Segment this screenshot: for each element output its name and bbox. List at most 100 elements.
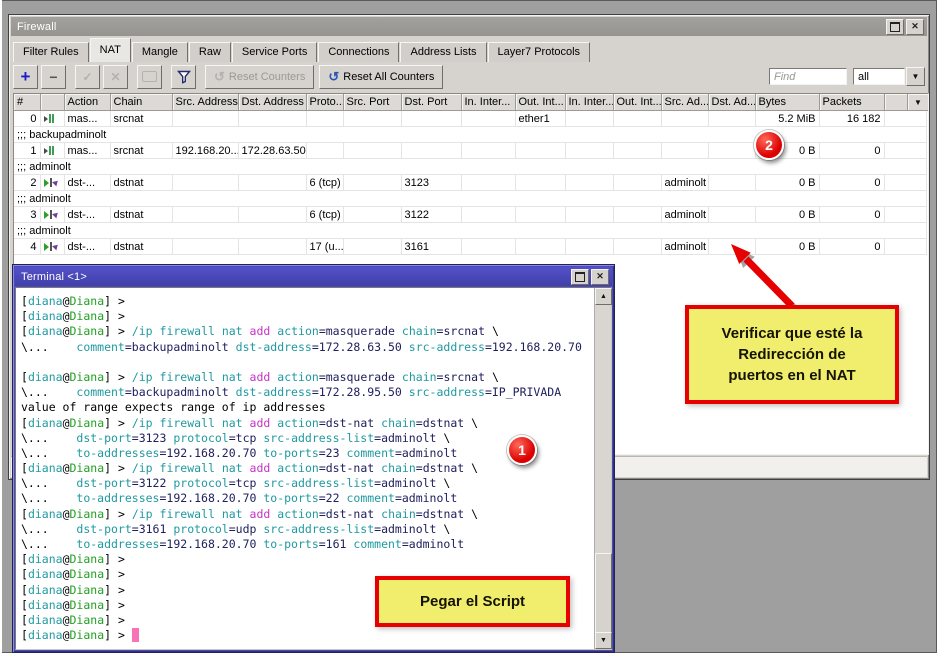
add-rule-button[interactable]: + <box>13 65 38 89</box>
firewall-toolbar: + − ✓ ✕ ↺ Reset Counters ↺ Reset All Cou… <box>13 63 925 90</box>
terminal-line: [diana@Diana] > <box>21 628 595 643</box>
tab-layer7-protocols[interactable]: Layer7 Protocols <box>488 42 591 62</box>
terminal-line: [diana@Diana] > <box>21 552 595 567</box>
terminal-line <box>21 355 595 370</box>
cell-src_port <box>343 207 401 223</box>
column-header-bytes[interactable]: Bytes <box>755 94 819 111</box>
column-header-proto[interactable]: Proto... <box>306 94 343 111</box>
reset-counters-button[interactable]: ↺ Reset Counters <box>205 65 314 89</box>
terminal-line: [diana@Diana] > <box>21 309 595 324</box>
column-sort-button[interactable]: ▼ <box>907 94 928 111</box>
scroll-up-button[interactable]: ▲ <box>595 288 612 305</box>
terminal-line: [diana@Diana] > <box>21 294 595 309</box>
column-header-dst_address[interactable]: Dst. Address <box>238 94 306 111</box>
cell-dst_port: 3161 <box>401 239 461 255</box>
cell-src_port <box>343 239 401 255</box>
tab-nat[interactable]: NAT <box>90 38 131 62</box>
dst-nat-action-icon <box>44 178 59 187</box>
column-header-icon[interactable] <box>40 94 64 111</box>
comment-row[interactable]: ;;; adminolt <box>14 223 926 239</box>
note-line: Verificar que esté la <box>722 323 863 344</box>
terminal-close-button[interactable]: ✕ <box>591 269 609 285</box>
scrollbar-thumb[interactable] <box>595 553 612 633</box>
comment-button[interactable] <box>137 65 162 89</box>
comment-row[interactable]: ;;; adminolt <box>14 191 926 207</box>
comment-row[interactable]: ;;; adminolt <box>14 159 926 175</box>
tab-address-lists[interactable]: Address Lists <box>400 42 486 62</box>
filter-select-arrow-button[interactable]: ▼ <box>906 67 925 86</box>
step-badge-2: 2 <box>754 130 784 160</box>
step-badge-1: 1 <box>507 435 537 465</box>
filter-select[interactable]: all <box>853 68 905 85</box>
column-header-dst_port[interactable]: Dst. Port <box>401 94 461 111</box>
tab-service-ports[interactable]: Service Ports <box>232 42 317 62</box>
firewall-titlebar[interactable]: Firewall ✕ <box>11 17 927 36</box>
cell-src_address <box>172 207 238 223</box>
reset-all-counters-button[interactable]: ↺ Reset All Counters <box>319 65 443 89</box>
column-header-action[interactable]: Action <box>64 94 110 111</box>
cell-out_int <box>515 207 565 223</box>
cell-icon <box>40 111 64 127</box>
enable-rule-button[interactable]: ✓ <box>75 65 100 89</box>
comment-icon <box>142 71 157 82</box>
cell-num: 1 <box>14 143 40 159</box>
cell-src_ad: adminolt <box>661 207 708 223</box>
terminal-scrollbar[interactable]: ▲ ▼ <box>594 288 611 649</box>
tab-raw[interactable]: Raw <box>189 42 231 62</box>
disable-rule-button[interactable]: ✕ <box>103 65 128 89</box>
column-header-out_int2[interactable]: Out. Int... <box>613 94 661 111</box>
column-header-chain[interactable]: Chain <box>110 94 172 111</box>
desktop: { "firewall_window": { "title": "Firewal… <box>0 0 937 653</box>
cell-icon <box>40 175 64 191</box>
cell-dst_port <box>401 143 461 159</box>
cell-in_int <box>461 207 515 223</box>
nat-rule-row[interactable]: 3dst-...dstnat6 (tcp)3122adminolt0 B0 <box>14 207 926 223</box>
comment-row[interactable]: ;;; backupadminolt <box>14 127 926 143</box>
cell-src_ad <box>661 143 708 159</box>
column-header-dst_ad[interactable]: Dst. Ad... <box>708 94 755 111</box>
close-button[interactable]: ✕ <box>906 19 924 35</box>
column-header-num[interactable]: # <box>14 94 40 111</box>
cell-out_int: ether1 <box>515 111 565 127</box>
column-header-src_ad[interactable]: Src. Ad... <box>661 94 708 111</box>
note-paste-script: Pegar el Script <box>375 576 570 627</box>
column-header-in_int2[interactable]: In. Inter... <box>565 94 613 111</box>
cell-action: mas... <box>64 111 110 127</box>
tab-mangle[interactable]: Mangle <box>132 42 188 62</box>
column-header-packets[interactable]: Packets <box>819 94 884 111</box>
column-header-in_int[interactable]: In. Inter... <box>461 94 515 111</box>
nat-rule-row[interactable]: 4dst-...dstnat17 (u...3161adminolt0 B0 <box>14 239 926 255</box>
remove-rule-button[interactable]: − <box>41 65 66 89</box>
note-line: puertos en el NAT <box>728 365 855 386</box>
cell-bytes: 0 B <box>755 239 819 255</box>
column-header-out_int[interactable]: Out. Int... <box>515 94 565 111</box>
filter-select-value: all <box>858 71 869 83</box>
filter-button[interactable] <box>171 65 196 89</box>
terminal-line: \... comment=backupadminolt dst-address=… <box>21 385 595 400</box>
cell-dst_ad <box>708 207 755 223</box>
terminal-line: \... dst-port=3122 protocol=tcp src-addr… <box>21 476 595 491</box>
terminal-line: [diana@Diana] > /ip firewall nat add act… <box>21 461 595 476</box>
cell-icon <box>40 239 64 255</box>
reset-icon: ↺ <box>214 70 225 83</box>
close-icon: ✕ <box>911 22 919 31</box>
find-input[interactable] <box>769 68 847 85</box>
nat-rule-row[interactable]: 1mas...srcnat192.168.20...172.28.63.500 … <box>14 143 926 159</box>
cell-bytes: 0 B <box>755 207 819 223</box>
nat-rule-row[interactable]: 2dst-...dstnat6 (tcp)3123adminolt0 B0 <box>14 175 926 191</box>
column-header-src_port[interactable]: Src. Port <box>343 94 401 111</box>
note-line: Redirección de <box>738 344 846 365</box>
maximize-button[interactable] <box>886 19 904 35</box>
arrow-down-icon: ▼ <box>600 637 607 644</box>
cell-src_ad: adminolt <box>661 239 708 255</box>
column-header-src_address[interactable]: Src. Address <box>172 94 238 111</box>
cell-out_int <box>515 143 565 159</box>
terminal-titlebar[interactable]: Terminal <1> ✕ <box>15 267 612 286</box>
cell-num: 2 <box>14 175 40 191</box>
terminal-maximize-button[interactable] <box>571 269 589 285</box>
tab-filter-rules[interactable]: Filter Rules <box>13 42 89 62</box>
nat-rule-row[interactable]: 0mas...srcnatether15.2 MiB16 182 <box>14 111 926 127</box>
tab-connections[interactable]: Connections <box>318 42 399 62</box>
scroll-down-button[interactable]: ▼ <box>595 632 612 649</box>
terminal-line: \... dst-port=3161 protocol=udp src-addr… <box>21 522 595 537</box>
